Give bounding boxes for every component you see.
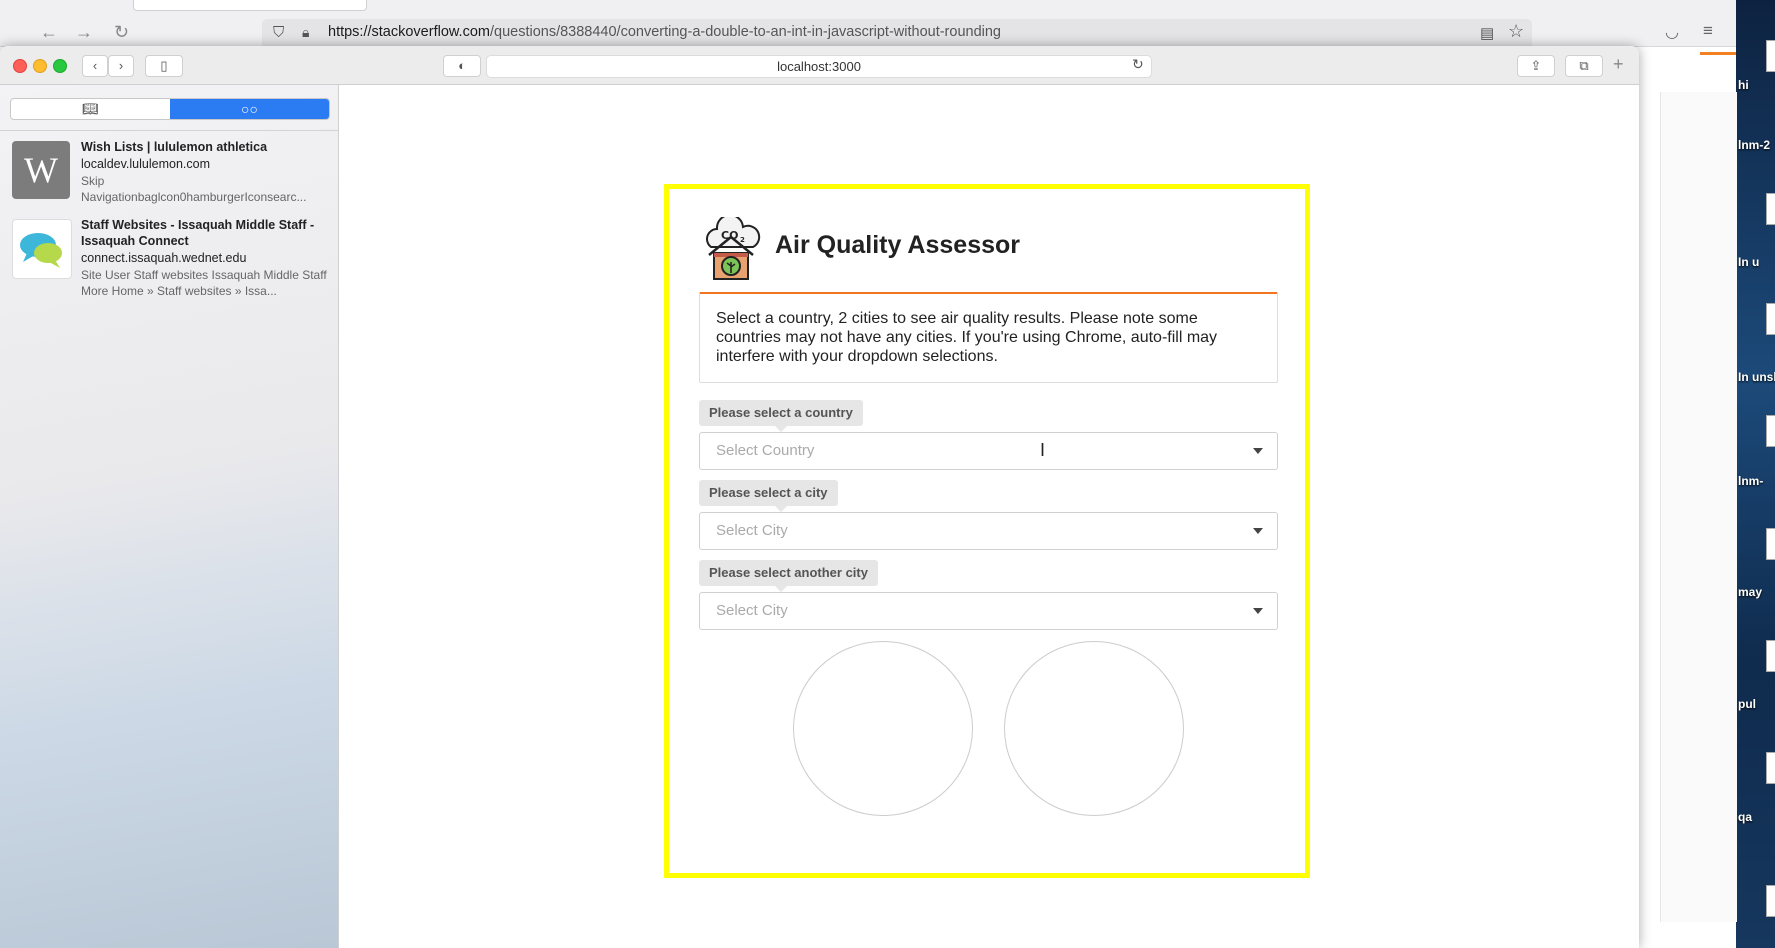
reload-icon[interactable]: ↻ xyxy=(114,22,129,43)
desktop-file-label[interactable]: pul xyxy=(1738,697,1775,711)
city2-select-placeholder: Select City xyxy=(716,602,788,619)
safari-toolbar: ‹ › ▯ ◐ localhost:3000 ↻ ⇪ ⧉ + xyxy=(0,46,1639,85)
desktop-file-label[interactable]: qa xyxy=(1738,810,1775,824)
back-arrow-icon[interactable]: ← xyxy=(40,22,58,43)
svg-text:2: 2 xyxy=(740,236,745,244)
country-select-placeholder: Select Country xyxy=(716,442,815,459)
item-host: connect.issaquah.wednet.edu xyxy=(81,251,247,265)
item-title: Staff Websites - Issaquah Middle Staff -… xyxy=(81,218,315,248)
privacy-shield-icon[interactable]: ◐ xyxy=(443,55,481,77)
country-select[interactable]: Select Country xyxy=(699,432,1278,470)
city-select[interactable]: Select City xyxy=(699,512,1278,550)
back-button[interactable]: ‹ xyxy=(82,55,108,77)
city1-result-circle xyxy=(793,641,973,816)
item-host: localdev.lululemon.com xyxy=(81,157,210,171)
minimize-window-button[interactable] xyxy=(33,59,47,73)
background-url-text[interactable]: https://stackoverflow.com/questions/8388… xyxy=(328,24,1001,40)
desktop-file-icon[interactable] xyxy=(1766,40,1775,72)
item-title: Wish Lists | lululemon athletica xyxy=(81,140,268,154)
reload-icon[interactable]: ↻ xyxy=(1132,56,1144,73)
tabs-overview-icon[interactable]: ⧉ xyxy=(1565,55,1603,77)
zoom-window-button[interactable] xyxy=(53,59,67,73)
desktop-file-icon[interactable] xyxy=(1766,885,1775,917)
caret-down-icon xyxy=(1253,448,1263,454)
web-page: CO 2 Air Quality Assessor Select a count… xyxy=(339,85,1639,948)
forward-arrow-icon[interactable]: → xyxy=(75,22,93,43)
app-container: CO 2 Air Quality Assessor Select a count… xyxy=(664,184,1310,878)
desktop-file-icon[interactable] xyxy=(1766,752,1775,784)
address-bar[interactable]: localhost:3000 xyxy=(486,55,1152,78)
desktop-file-label[interactable]: lnm-2 xyxy=(1738,138,1775,152)
instructions-box: Select a country, 2 cities to see air qu… xyxy=(699,292,1278,383)
item-thumbnail: W xyxy=(12,141,70,199)
desktop-file-icon[interactable] xyxy=(1766,415,1775,447)
reading-list-item[interactable]: Staff Websites - Issaquah Middle Staff -… xyxy=(0,213,338,298)
glasses-icon: ○○ xyxy=(241,101,258,117)
background-page-content xyxy=(1660,92,1737,922)
desktop-file-icon[interactable] xyxy=(1766,193,1775,225)
city-label: Please select a city xyxy=(699,480,838,512)
url-host: https://stackoverflow.com xyxy=(328,24,490,40)
background-tab[interactable] xyxy=(133,0,367,11)
desktop-file-label[interactable]: lnm- xyxy=(1738,474,1775,488)
desktop-file-label[interactable]: In u xyxy=(1738,255,1775,269)
sidebar-toggle-icon[interactable]: ▯ xyxy=(145,55,183,77)
bookmark-star-icon[interactable]: ☆ xyxy=(1508,21,1524,42)
item-description: Site User Staff websites Issaquah Middle… xyxy=(81,268,327,298)
city2-select[interactable]: Select City xyxy=(699,592,1278,630)
shield-icon[interactable]: ⛉ xyxy=(273,24,284,41)
page-accent-line xyxy=(1700,52,1736,55)
caret-down-icon xyxy=(1253,528,1263,534)
url-path: /questions/8388440/converting-a-double-t… xyxy=(489,24,1001,40)
caret-down-icon xyxy=(1253,608,1263,614)
city2-result-circle xyxy=(1004,641,1184,816)
pocket-icon[interactable]: ◡ xyxy=(1665,22,1679,42)
co2-house-logo-icon: CO 2 xyxy=(699,214,763,281)
chat-bubbles-icon xyxy=(12,219,72,279)
book-icon: 📖︎ xyxy=(82,101,99,116)
desktop-file-label[interactable]: In unsh xyxy=(1738,370,1775,384)
reading-list-sidebar: 📖︎ ○○ W Wish Lists | lululemon athletica… xyxy=(0,85,339,948)
reader-view-icon[interactable]: ▤ xyxy=(1480,24,1494,42)
desktop-file-icon[interactable] xyxy=(1766,640,1775,672)
sidebar-segmented-control: 📖︎ ○○ xyxy=(10,98,330,120)
safari-window: ‹ › ▯ ◐ localhost:3000 ↻ ⇪ ⧉ + 📖︎ ○○ W W… xyxy=(0,46,1639,948)
close-window-button[interactable] xyxy=(13,59,27,73)
reading-list-tab[interactable]: ○○ xyxy=(170,99,329,119)
desktop-file-label[interactable]: hi xyxy=(1738,78,1775,92)
item-description: Skip Navigationbaglcon0hamburgerIconsear… xyxy=(81,174,307,204)
desktop-file-icon[interactable] xyxy=(1766,528,1775,560)
desktop-file-icon[interactable] xyxy=(1766,303,1775,335)
menu-icon[interactable]: ≡ xyxy=(1703,21,1713,41)
reading-list-item[interactable]: W Wish Lists | lululemon athletica local… xyxy=(0,135,338,210)
text-cursor-icon: I xyxy=(1040,440,1046,460)
forward-button[interactable]: › xyxy=(108,55,134,77)
new-tab-icon[interactable]: + xyxy=(1613,54,1624,75)
page-title: Air Quality Assessor xyxy=(775,231,1021,259)
lock-icon: 🔒︎ xyxy=(302,24,310,40)
country-label: Please select a country xyxy=(699,400,863,432)
share-icon[interactable]: ⇪ xyxy=(1517,55,1555,77)
city2-label: Please select another city xyxy=(699,560,878,592)
city-select-placeholder: Select City xyxy=(716,522,788,539)
divider xyxy=(0,130,338,131)
bookmarks-tab[interactable]: 📖︎ xyxy=(11,99,170,119)
desktop-background: hi lnm-2 In u In unsh lnm- may pul qa xyxy=(1736,0,1775,948)
desktop-file-label[interactable]: may xyxy=(1738,585,1775,599)
